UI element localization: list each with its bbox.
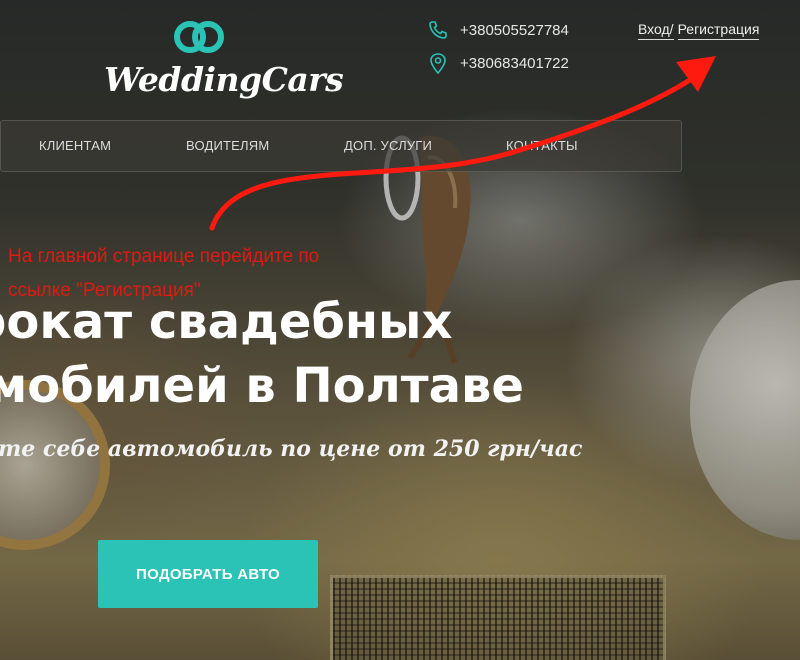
contact-phone-2[interactable]: +380683401722 bbox=[428, 52, 569, 74]
instruction-annotation: На главной странице перейдите по ссылке … bbox=[8, 240, 428, 308]
nav-item-clients[interactable]: КЛИЕНТАМ bbox=[39, 138, 111, 153]
choose-car-button[interactable]: ПОДОБРАТЬ АВТО bbox=[98, 540, 318, 608]
brand-logo[interactable]: WeddingCars bbox=[104, 18, 344, 99]
phone-icon bbox=[429, 21, 447, 39]
location-pin-icon bbox=[430, 53, 446, 74]
phone-number-2: +380683401722 bbox=[460, 54, 569, 72]
nav-item-extra-services[interactable]: ДОП. УСЛУГИ bbox=[344, 138, 432, 153]
brand-name: WeddingCars bbox=[104, 60, 344, 99]
hero-title-line-2: мобилей в Полтаве bbox=[0, 358, 524, 414]
register-link[interactable]: Регистрация bbox=[677, 21, 760, 40]
hero-subtitle: те себе автомобиль по цене от 250 грн/ча… bbox=[0, 436, 583, 462]
wedding-rings-icon bbox=[174, 21, 224, 53]
annotation-line-1: На главной странице перейдите по bbox=[8, 246, 320, 267]
login-link[interactable]: Вход/ bbox=[638, 21, 674, 40]
auth-links: Вход/ Регистрация bbox=[638, 21, 760, 40]
annotation-line-2: ссылке "Регистрация" bbox=[8, 280, 201, 301]
contact-phone-1[interactable]: +380505527784 bbox=[428, 20, 569, 40]
hero-title: рокат свадебных мобилей в Полтаве bbox=[0, 290, 524, 418]
phone-number-1: +380505527784 bbox=[460, 21, 569, 39]
nav-item-contacts[interactable]: КОНТАКТЫ bbox=[506, 138, 578, 153]
main-navigation: КЛИЕНТАМ ВОДИТЕЛЯМ ДОП. УСЛУГИ КОНТАКТЫ bbox=[0, 120, 682, 172]
nav-item-drivers[interactable]: ВОДИТЕЛЯМ bbox=[186, 138, 269, 153]
